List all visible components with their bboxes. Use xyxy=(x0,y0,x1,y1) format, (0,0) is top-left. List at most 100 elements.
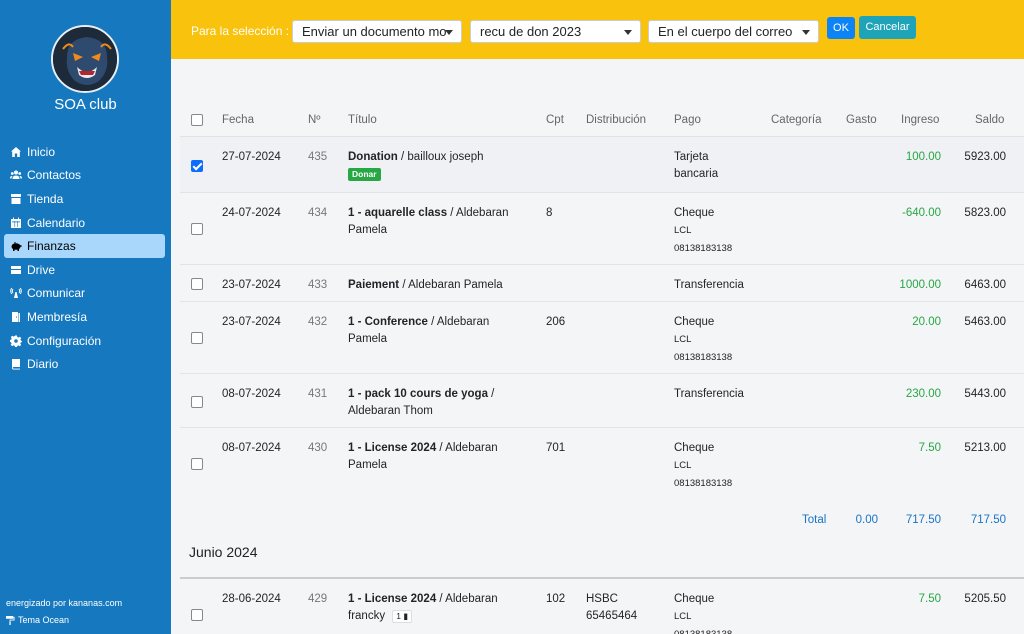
row-pago: Cheque LCL 08138183138 xyxy=(674,205,732,258)
placement-select[interactable]: En el cuerpo del correo xyxy=(648,20,819,43)
cancel-button[interactable]: Cancelar xyxy=(859,16,916,39)
row-saldo: 5213.00 xyxy=(964,442,1006,454)
table-row[interactable]: 23-07-2024 433 Paiement / Aldebaran Pame… xyxy=(180,265,1024,302)
pago-account: 08138183138 xyxy=(674,243,733,254)
row-titulo[interactable]: 1 - Conference / Aldebaran Pamela xyxy=(348,314,528,348)
row-ingreso: 7.50 xyxy=(918,593,941,605)
row-checkbox[interactable] xyxy=(191,160,203,172)
total-saldo: 717.50 xyxy=(970,514,1006,526)
row-title-bold: 1 - aquarelle class xyxy=(348,207,448,219)
row-pago: Cheque LCL 08138183138 xyxy=(674,440,732,493)
sidebar-item-tienda[interactable]: Tienda xyxy=(4,187,165,211)
sidebar-item-inicio[interactable]: Inicio xyxy=(4,140,165,164)
table-row[interactable]: 28-06-2024 429 1 - License 2024 / Aldeba… xyxy=(180,579,1024,634)
row-fecha: 08-07-2024 xyxy=(222,442,281,454)
month-heading: Junio 2024 xyxy=(180,534,1024,577)
theme-switcher[interactable]: Tema Ocean xyxy=(6,615,69,625)
header-gasto[interactable]: Gasto xyxy=(846,114,877,126)
row-checkbox[interactable] xyxy=(191,278,203,290)
table-row[interactable]: 27-07-2024 435 Donation / bailloux josep… xyxy=(180,137,1024,193)
row-ingreso: -640.00 xyxy=(901,207,941,219)
row-fecha: 28-06-2024 xyxy=(222,593,281,605)
sidebar: SOA club Inicio Contactos Tienda Calenda… xyxy=(0,0,171,634)
row-ingreso: 7.50 xyxy=(918,442,941,454)
home-icon xyxy=(9,145,22,158)
row-ingreso: 100.00 xyxy=(905,151,941,163)
ok-button[interactable]: OK xyxy=(827,17,855,39)
sidebar-item-contactos[interactable]: Contactos xyxy=(4,164,165,188)
pago-account: 08138183138 xyxy=(674,626,732,634)
header-distribucion[interactable]: Distribución xyxy=(586,114,646,126)
header-num[interactable]: Nº xyxy=(308,114,321,126)
template-select[interactable]: recu de don 2023 xyxy=(470,20,641,43)
row-saldo: 5823.00 xyxy=(964,207,1006,219)
row-titulo[interactable]: 1 - aquarelle class / Aldebaran Pamela xyxy=(348,205,528,239)
row-titulo[interactable]: Paiement / Aldebaran Pamela xyxy=(348,277,538,294)
sidebar-item-diario[interactable]: Diario xyxy=(4,352,165,376)
month-heading-text: Junio 2024 xyxy=(189,544,258,560)
header-categoria[interactable]: Categoría xyxy=(771,114,822,126)
row-titulo[interactable]: 1 - License 2024 / Aldebaran Pamela xyxy=(348,440,528,474)
sidebar-item-label: Inicio xyxy=(27,144,56,159)
document-count: 1 xyxy=(396,611,402,621)
row-fecha: 08-07-2024 xyxy=(222,388,281,400)
table-row[interactable]: 24-07-2024 434 1 - aquarelle class / Ald… xyxy=(180,193,1024,265)
row-checkbox[interactable] xyxy=(191,332,203,344)
table-row[interactable]: 08-07-2024 430 1 - License 2024 / Aldeba… xyxy=(180,428,1024,500)
row-checkbox[interactable] xyxy=(191,458,203,470)
sidebar-item-label: Calendario xyxy=(27,215,86,230)
table-row[interactable]: 08-07-2024 431 1 - pack 10 cours de yoga… xyxy=(180,374,1024,428)
select-all-checkbox[interactable] xyxy=(191,114,203,126)
selection-bar: Para la selección : Enviar un documento … xyxy=(171,0,1024,59)
door-icon xyxy=(9,310,22,323)
club-logo[interactable] xyxy=(51,25,119,93)
paint-roller-icon xyxy=(6,615,15,625)
row-cpt: 701 xyxy=(546,442,566,454)
header-titulo[interactable]: Título xyxy=(348,114,377,126)
pago-method: Cheque xyxy=(674,442,715,454)
header-pago[interactable]: Pago xyxy=(674,114,701,126)
header-ingreso[interactable]: Ingreso xyxy=(901,114,939,126)
row-checkbox[interactable] xyxy=(191,223,203,235)
row-saldo: 5463.00 xyxy=(964,316,1006,328)
pago-method: Cheque xyxy=(674,207,715,219)
store-icon xyxy=(9,192,22,205)
row-titulo[interactable]: 1 - pack 10 cours de yoga / Aldebaran Th… xyxy=(348,386,518,420)
chevron-down-icon xyxy=(624,30,632,35)
document-count-badge[interactable]: 1 ▮ xyxy=(392,610,413,623)
row-checkbox[interactable] xyxy=(191,609,203,621)
header-cpt[interactable]: Cpt xyxy=(546,114,564,126)
action-select[interactable]: Enviar un documento mo xyxy=(292,20,462,43)
sidebar-item-calendario[interactable]: Calendario xyxy=(4,211,165,235)
placement-select-value: En el cuerpo del correo xyxy=(658,24,793,39)
row-checkbox[interactable] xyxy=(191,396,203,408)
transactions-table: Fecha Nº Título Cpt Distribución Pago Ca… xyxy=(180,102,1024,634)
sidebar-item-finanzas[interactable]: Finanzas xyxy=(4,234,165,258)
header-saldo[interactable]: Saldo xyxy=(975,114,1004,126)
donate-badge: Donar xyxy=(348,168,381,181)
sidebar-item-comunicar[interactable]: Comunicar xyxy=(4,282,165,306)
gear-icon xyxy=(9,334,22,347)
sidebar-item-drive[interactable]: Drive xyxy=(4,258,165,282)
row-titulo[interactable]: 1 - License 2024 / Aldebaran francky 1 ▮ xyxy=(348,591,528,625)
gorilla-logo-icon xyxy=(53,27,117,91)
dist-line2: 65465464 xyxy=(586,610,638,622)
header-fecha[interactable]: Fecha xyxy=(222,114,254,126)
sidebar-item-label: Membresía xyxy=(27,309,88,324)
main-content: Fecha Nº Título Cpt Distribución Pago Ca… xyxy=(171,59,1024,634)
sidebar-item-membresia[interactable]: Membresía xyxy=(4,305,165,329)
pago-account: 08138183138 xyxy=(674,478,733,489)
sidebar-item-configuracion[interactable]: Configuración xyxy=(4,329,165,353)
row-titulo[interactable]: Donation / bailloux joseph Donar xyxy=(348,149,528,183)
table-row[interactable]: 23-07-2024 432 1 - Conference / Aldebara… xyxy=(180,302,1024,374)
users-icon xyxy=(9,169,22,182)
dist-line1: HSBC xyxy=(586,593,618,605)
row-ingreso: 230.00 xyxy=(905,388,941,400)
action-select-value: Enviar un documento mo xyxy=(302,24,447,39)
row-num: 434 xyxy=(308,207,328,219)
total-row: Total 0.00 717.50 717.50 xyxy=(180,500,1024,534)
powered-by-link[interactable]: energizado por kananas.com xyxy=(6,598,122,608)
row-saldo: 5923.00 xyxy=(964,151,1006,163)
pago-account: 08138183138 xyxy=(674,352,733,363)
row-title-bold: 1 - pack 10 cours de yoga xyxy=(348,388,488,400)
